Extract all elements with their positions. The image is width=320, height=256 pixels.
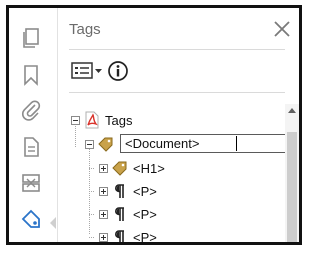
tree-node-label: <P> <box>133 183 157 199</box>
paragraph-icon <box>111 182 129 200</box>
panel-title: Tags <box>69 21 101 38</box>
scroll-up-arrow-icon[interactable] <box>288 108 296 113</box>
tree-guide <box>89 237 94 238</box>
page-thumbnails-icon[interactable] <box>19 26 43 50</box>
active-tab-indicator <box>50 217 56 229</box>
tree-node-p[interactable]: <P> <box>99 204 157 224</box>
bookmarks-icon[interactable] <box>19 63 43 87</box>
expand-toggle[interactable] <box>99 209 108 219</box>
tree-node-p[interactable]: <P> <box>99 181 157 201</box>
tree-root-tags[interactable]: Tags <box>71 110 132 130</box>
tree-guide <box>89 214 94 215</box>
tags-icon[interactable] <box>19 207 43 231</box>
content-order-icon[interactable] <box>19 171 43 195</box>
tree-guide <box>89 146 90 234</box>
divider <box>69 49 285 50</box>
attachments-icon[interactable] <box>19 98 43 122</box>
tags-panel-window: Tags Tags <Document> <H1> <P> <P> <P> <box>6 5 302 245</box>
tree-node-label: <H1> <box>133 160 165 176</box>
info-icon <box>108 61 128 81</box>
scroll-thumb[interactable] <box>287 132 297 242</box>
expand-toggle[interactable] <box>99 232 108 242</box>
collapse-toggle[interactable] <box>71 115 80 125</box>
tree-node-h1[interactable]: <H1> <box>99 158 165 178</box>
pdf-tags-icon <box>83 111 101 129</box>
paragraph-icon <box>111 228 129 242</box>
divider <box>69 92 285 93</box>
expand-toggle[interactable] <box>99 186 108 196</box>
text-cursor <box>236 136 237 151</box>
tag-icon <box>111 159 129 177</box>
close-icon <box>274 21 290 37</box>
tree-node-label: Tags <box>105 112 133 128</box>
tree-node-p[interactable]: <P> <box>99 227 157 245</box>
navigation-rail <box>9 8 58 242</box>
tag-name-edit-field[interactable] <box>120 134 293 153</box>
tree-node-document[interactable] <box>85 134 115 154</box>
collapse-toggle[interactable] <box>85 139 94 149</box>
tag-icon <box>97 135 115 153</box>
tags-panel: Tags Tags <Document> <H1> <P> <P> <P> <box>59 8 299 242</box>
document-icon[interactable] <box>19 135 43 159</box>
tree-node-label: <P> <box>133 229 157 245</box>
close-button[interactable] <box>271 18 293 40</box>
tree-node-label: <P> <box>133 206 157 222</box>
tag-options-menu-icon <box>71 62 102 79</box>
tree-guide <box>89 168 94 169</box>
tree-guide <box>89 191 94 192</box>
vertical-scrollbar[interactable] <box>285 104 299 242</box>
info-button[interactable] <box>107 60 129 82</box>
paragraph-icon <box>111 205 129 223</box>
tags-tree: Tags <H1> <box>59 98 293 245</box>
expand-toggle[interactable] <box>99 163 108 173</box>
tag-options-button[interactable] <box>71 60 105 82</box>
